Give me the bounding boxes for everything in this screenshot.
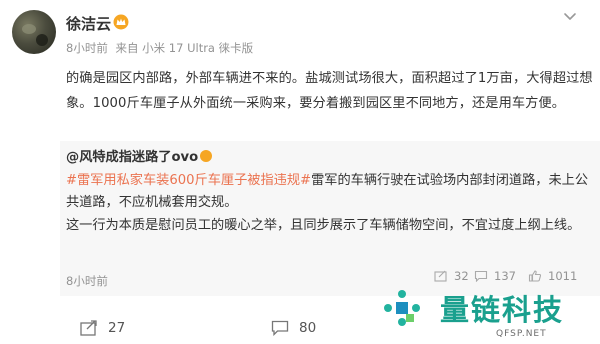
author-name[interactable]: 徐洁云 <box>66 13 111 34</box>
vip-badge-icon <box>200 150 213 162</box>
comment-icon <box>474 270 488 282</box>
chevron-down-icon[interactable] <box>563 12 577 22</box>
post-text: 的确是园区内部路，外部车辆进不来的。盐城测试场很大，面积超过了1万亩，大得超过想… <box>66 71 593 111</box>
like-icon <box>528 270 542 282</box>
share-icon <box>434 270 447 282</box>
post-meta: 8小时前 来自 小米 17 Ultra 徕卡版 <box>66 40 257 56</box>
share-icon <box>80 320 97 336</box>
repost-like-stat[interactable]: 1011 <box>528 269 577 283</box>
watermark-logo: 量链科技 QFSP.NET <box>378 284 600 344</box>
watermark-name: 量链科技 <box>440 293 565 327</box>
brand-logo-icon <box>384 290 420 326</box>
repost-like-count: 1011 <box>548 269 578 283</box>
repost-content: @风特成指迷路了ovo #雷军用私家车装600斤车厘子被指违规#雷军的车辆行驶在… <box>66 147 594 237</box>
repost-count: 27 <box>108 320 126 336</box>
comment-button[interactable]: 80 <box>271 320 316 336</box>
weibo-post: 徐洁云 8小时前 来自 小米 17 Ultra 徕卡版 的确是园区内部路，外部车… <box>0 0 600 344</box>
watermark-domain: QFSP.NET <box>496 329 547 339</box>
repost-author[interactable]: @风特成指迷路了ovo <box>66 150 198 165</box>
crown-icon <box>113 14 129 30</box>
comment-icon <box>271 320 289 336</box>
post-source: 来自 小米 17 Ultra 徕卡版 <box>115 41 254 55</box>
repost-text-2: 这一行为本质是慰问员工的暖心之举，且同步展示了车辆储物空间，不宜过度上纲上线。 <box>66 217 581 233</box>
repost-share-count: 32 <box>454 269 469 283</box>
repost-time: 8小时前 <box>66 274 108 288</box>
repost-comment-count: 137 <box>494 269 516 283</box>
avatar[interactable] <box>12 10 56 54</box>
repost-hashtag[interactable]: #雷军用私家车装600斤车厘子被指违规# <box>66 173 311 188</box>
post-time[interactable]: 8小时前 <box>66 41 108 55</box>
comment-count: 80 <box>299 320 317 336</box>
repost-share-stat[interactable]: 32 <box>434 269 469 283</box>
repost-comment-stat[interactable]: 137 <box>474 269 516 283</box>
repost-button[interactable]: 27 <box>80 320 125 336</box>
repost-card[interactable]: @风特成指迷路了ovo #雷军用私家车装600斤车厘子被指违规#雷军的车辆行驶在… <box>60 141 600 296</box>
